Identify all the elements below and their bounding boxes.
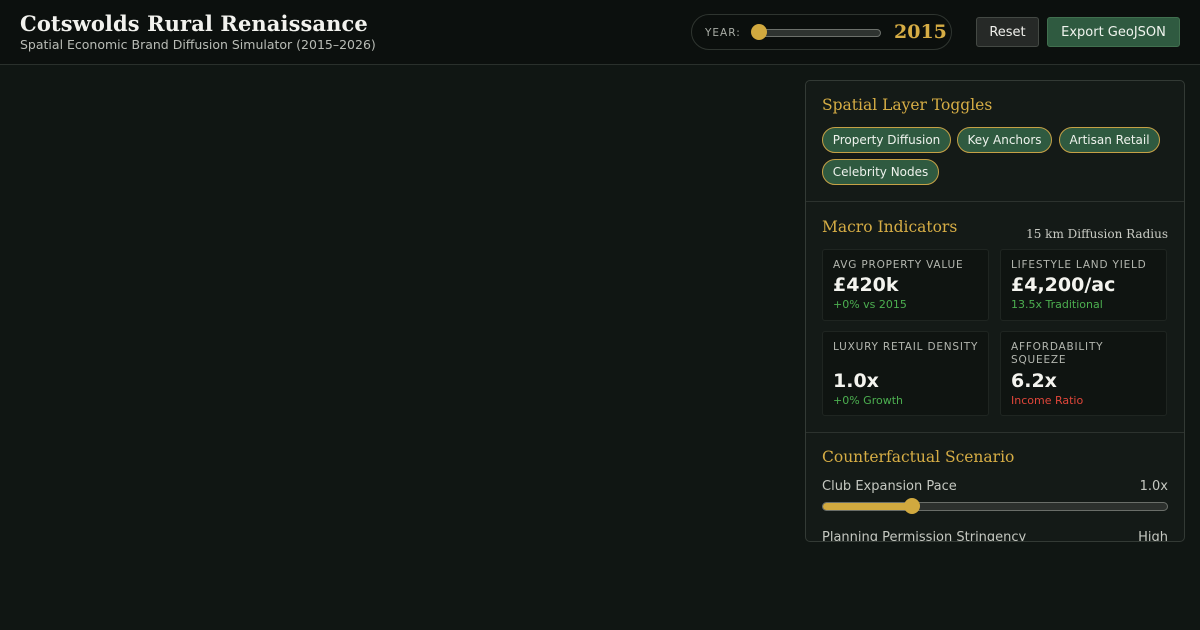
app-subtitle: Spatial Economic Brand Diffusion Simulat… [20, 37, 376, 52]
bottom-backdrop [0, 542, 1200, 630]
card-affordability-squeeze: AFFORDABILITY SQUEEZE 6.2x Income Ratio [1000, 331, 1167, 416]
layer-toggles-title: Spatial Layer Toggles [822, 96, 993, 114]
reset-button[interactable]: Reset [976, 17, 1039, 47]
control-panel: Spatial Layer Toggles Property Diffusion… [805, 80, 1185, 542]
year-value: 2015 [894, 21, 947, 43]
card-value: 1.0x [833, 370, 879, 392]
card-value: £420k [833, 274, 899, 296]
card-luxury-retail-density: LUXURY RETAIL DENSITY 1.0x +0% Growth [822, 331, 989, 416]
chip-artisan-retail[interactable]: Artisan Retail [1059, 127, 1160, 153]
year-slider-thumb[interactable] [751, 24, 767, 40]
card-delta: 13.5x Traditional [1011, 298, 1103, 311]
macro-indicators-section: Macro Indicators 15 km Diffusion Radius … [806, 202, 1184, 433]
counterfactual-title: Counterfactual Scenario [822, 448, 1015, 466]
chip-celebrity-nodes[interactable]: Celebrity Nodes [822, 159, 939, 185]
club-expansion-pace-value: 1.0x [1139, 479, 1168, 494]
year-slider-track[interactable] [752, 29, 881, 37]
layer-toggles-section: Spatial Layer Toggles Property Diffusion… [806, 81, 1184, 202]
counterfactual-section: Counterfactual Scenario Club Expansion P… [806, 433, 1184, 541]
year-label: YEAR: [705, 27, 741, 39]
card-label: LUXURY RETAIL DENSITY [833, 341, 979, 353]
card-value: £4,200/ac [1011, 274, 1116, 296]
club-expansion-pace-fill [823, 503, 913, 510]
card-value: 6.2x [1011, 370, 1057, 392]
card-lifestyle-land-yield: LIFESTYLE LAND YIELD £4,200/ac 13.5x Tra… [1000, 249, 1167, 321]
club-expansion-pace-label: Club Expansion Pace [822, 479, 957, 494]
app-header: Cotswolds Rural Renaissance Spatial Econ… [0, 0, 1200, 65]
club-expansion-pace-thumb[interactable] [903, 498, 920, 514]
club-expansion-pace-track[interactable] [822, 502, 1168, 511]
card-delta: +0% Growth [833, 394, 903, 407]
app-title: Cotswolds Rural Renaissance [20, 11, 368, 36]
chip-property-diffusion[interactable]: Property Diffusion [822, 127, 951, 153]
card-avg-property-value: AVG PROPERTY VALUE £420k +0% vs 2015 [822, 249, 989, 321]
card-delta: +0% vs 2015 [833, 298, 907, 311]
year-control: YEAR: 2015 [691, 14, 952, 50]
card-delta: Income Ratio [1011, 394, 1084, 407]
card-label: LIFESTYLE LAND YIELD [1011, 259, 1147, 271]
card-label: AFFORDABILITY SQUEEZE [1011, 341, 1104, 366]
planning-stringency-value: High [1138, 530, 1168, 542]
planning-stringency-label: Planning Permission Stringency [822, 530, 1027, 542]
card-label: AVG PROPERTY VALUE [833, 259, 964, 271]
macro-indicators-title: Macro Indicators [822, 218, 958, 236]
export-geojson-button[interactable]: Export GeoJSON [1047, 17, 1180, 47]
diffusion-radius-note: 15 km Diffusion Radius [1026, 227, 1168, 241]
chip-key-anchors[interactable]: Key Anchors [957, 127, 1052, 153]
